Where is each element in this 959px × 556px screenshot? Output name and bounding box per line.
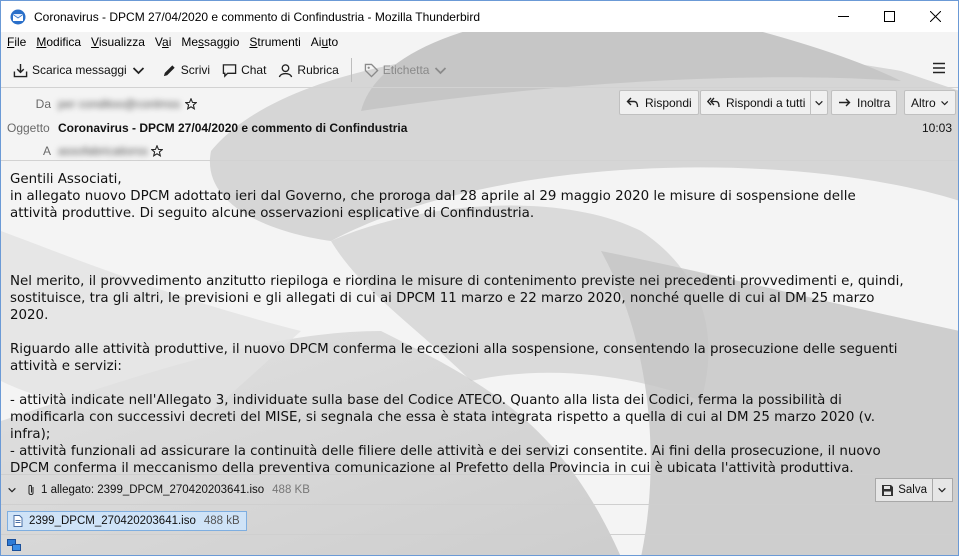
chevron-down-icon[interactable] xyxy=(814,98,824,108)
attachment-file-size: 488 kB xyxy=(203,515,240,527)
tag-label: Etichetta xyxy=(382,63,430,77)
attachment-bar: 1 allegato: 2399_DPCM_270420203641.iso 4… xyxy=(1,474,958,504)
message-time: 10:03 xyxy=(921,121,952,135)
split-divider xyxy=(932,479,933,501)
tag-icon xyxy=(364,63,379,78)
attachment-item[interactable]: 2399_DPCM_270420203641.iso 488 kB xyxy=(7,511,247,531)
from-label: Da xyxy=(35,97,51,111)
body-line: Gentili Associati, xyxy=(10,172,122,187)
body-line: infra); xyxy=(10,427,51,442)
minimize-button[interactable] xyxy=(820,1,866,32)
forward-label: Inoltra xyxy=(857,95,891,110)
reply-button[interactable]: Rispondi xyxy=(619,90,699,115)
attachment-summary[interactable]: 1 allegato: 2399_DPCM_270420203641.iso xyxy=(41,484,264,496)
star-icon[interactable] xyxy=(151,145,163,157)
attachment-file-name: 2399_DPCM_270420203641.iso xyxy=(29,515,196,527)
other-actions-button[interactable]: Altro xyxy=(904,90,956,115)
get-messages-label: Scarica messaggi xyxy=(32,63,127,77)
title-bar: Coronavirus - DPCM 27/04/2020 e commento… xyxy=(1,1,958,32)
contacts-icon xyxy=(279,63,293,77)
menu-message[interactable]: Messaggio xyxy=(181,35,239,49)
close-button[interactable] xyxy=(912,1,958,32)
forward-button[interactable]: Inoltra xyxy=(831,90,898,115)
close-icon xyxy=(929,11,941,22)
reply-label: Rispondi xyxy=(645,95,692,110)
main-toolbar: Scarica messaggi Scrivi Chat Rubrica Eti… xyxy=(1,55,958,85)
maximize-button[interactable] xyxy=(866,1,912,32)
chat-label: Chat xyxy=(241,63,267,77)
write-button[interactable]: Scrivi xyxy=(156,57,216,83)
forward-icon xyxy=(839,98,851,107)
body-line: Riguardo alle attività produttive, il nu… xyxy=(10,342,898,357)
body-line: modificarla con successivi decreti del M… xyxy=(10,410,876,425)
write-label: Scrivi xyxy=(180,63,211,77)
menu-bar: File Modifica Visualizza Vai Messaggio S… xyxy=(1,32,958,52)
star-icon[interactable] xyxy=(185,98,197,110)
reply-icon xyxy=(626,97,639,108)
thunderbird-app-icon xyxy=(10,9,26,24)
chat-button[interactable]: Chat xyxy=(216,57,272,83)
get-messages-button[interactable]: Scarica messaggi xyxy=(7,57,156,83)
from-value[interactable]: per conditoo@conlmss xyxy=(58,97,180,111)
file-icon xyxy=(13,515,23,527)
chat-bubble-icon xyxy=(222,63,237,78)
reply-all-button[interactable]: Rispondi a tutti xyxy=(700,90,828,115)
menu-view[interactable]: Visualizza xyxy=(91,35,145,49)
body-line: attività produttive. Di seguito alcune o… xyxy=(10,206,535,221)
body-line: sostituisce, tra gli altri, le prevision… xyxy=(10,291,875,306)
floppy-disk-icon xyxy=(882,484,894,496)
minimize-icon xyxy=(837,16,849,17)
body-line: attività e servizi: xyxy=(10,359,122,374)
paperclip-icon xyxy=(28,484,34,495)
message-body-text: Gentili Associati, in allegato nuovo DPC… xyxy=(10,171,950,474)
pencil-icon xyxy=(163,64,175,76)
menu-tools[interactable]: Strumenti xyxy=(249,35,300,49)
reply-all-icon xyxy=(707,97,720,108)
tag-button[interactable]: Etichetta xyxy=(358,57,459,83)
download-icon xyxy=(13,63,28,77)
address-book-label: Rubrica xyxy=(297,63,339,77)
to-label: A xyxy=(42,144,51,158)
message-header: Da per conditoo@conlmss Rispondi Rispond… xyxy=(1,87,958,161)
menu-help[interactable]: Aiuto xyxy=(311,35,338,49)
hamburger-menu-icon[interactable] xyxy=(932,61,946,75)
chevron-down-icon[interactable] xyxy=(131,63,146,78)
body-line: in allegato nuovo DPCM adottato ieri dal… xyxy=(10,189,856,204)
chevron-down-icon[interactable] xyxy=(7,485,17,495)
subject-value: Coronavirus - DPCM 27/04/2020 e commento… xyxy=(58,121,408,135)
toolbar-divider xyxy=(350,58,352,82)
chevron-down-icon xyxy=(435,66,447,74)
chevron-down-icon xyxy=(940,100,948,105)
attachment-summary-size: 488 KB xyxy=(272,483,310,496)
body-line: DPCM conferma il meccanismo della preven… xyxy=(10,461,854,474)
to-value[interactable]: assofabricatiorss xyxy=(58,144,148,158)
menu-go[interactable]: Vai xyxy=(155,35,171,49)
save-attachments-button[interactable]: Salva xyxy=(875,478,953,502)
address-book-button[interactable]: Rubrica xyxy=(272,57,344,83)
split-divider xyxy=(810,91,812,114)
menu-edit[interactable]: Modifica xyxy=(36,35,81,49)
body-line: - attività funzionali ad assicurare la c… xyxy=(10,444,881,459)
maximize-icon xyxy=(883,11,895,22)
reply-all-label: Rispondi a tutti xyxy=(726,95,806,110)
status-bar xyxy=(1,534,958,555)
online-status-icon[interactable] xyxy=(7,539,21,552)
attachment-list: 2399_DPCM_270420203641.iso 488 kB xyxy=(1,504,958,534)
chevron-down-icon[interactable] xyxy=(937,485,947,495)
menu-file[interactable]: File xyxy=(7,35,26,49)
body-line: - attività indicate nell'Allegato 3, ind… xyxy=(10,393,842,408)
other-actions-label: Altro xyxy=(911,95,936,110)
save-label: Salva xyxy=(898,484,927,496)
body-line: Nel merito, il provvedimento anzitutto r… xyxy=(10,274,904,289)
window-title: Coronavirus - DPCM 27/04/2020 e commento… xyxy=(34,9,480,24)
subject-label: Oggetto xyxy=(7,121,50,135)
body-line: 2020. xyxy=(10,308,49,323)
thunderbird-window: Coronavirus - DPCM 27/04/2020 e commento… xyxy=(0,0,959,556)
message-body[interactable]: Gentili Associati, in allegato nuovo DPC… xyxy=(1,161,958,474)
